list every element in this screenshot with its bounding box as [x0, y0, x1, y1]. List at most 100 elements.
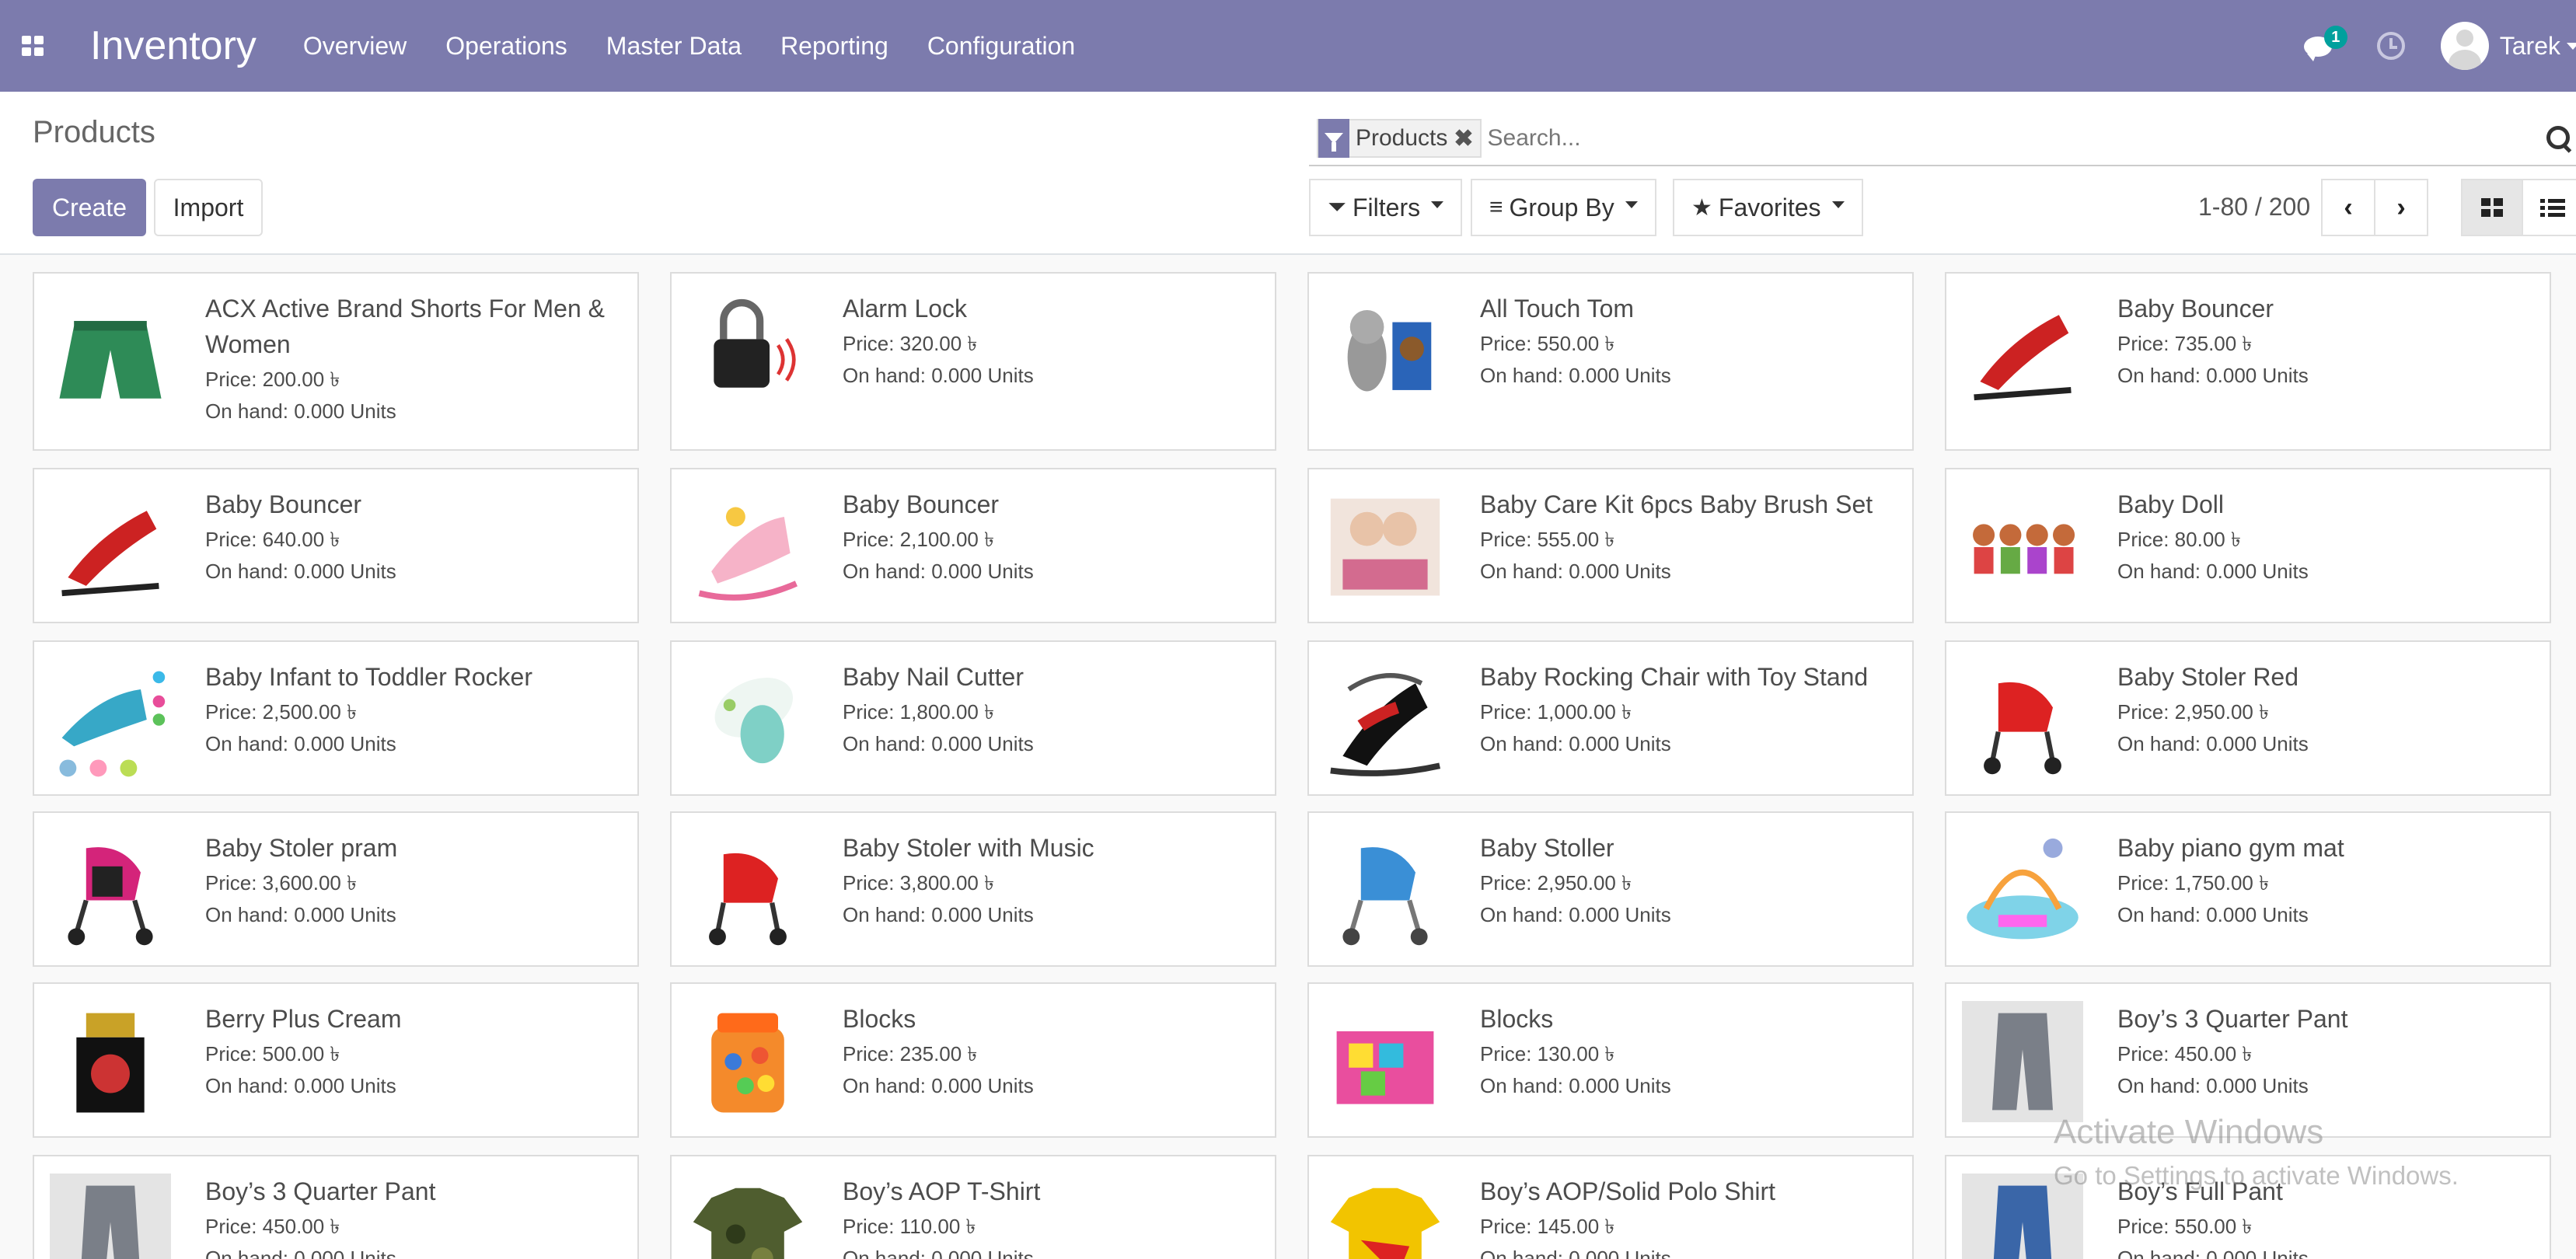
- product-image: [1325, 487, 1446, 608]
- product-on-hand: On hand: 0.000 Units: [205, 903, 396, 926]
- product-card[interactable]: Baby Stoller Price: 2,950.00 ৳ On hand: 0.…: [1307, 811, 1914, 967]
- product-name: Blocks: [843, 1005, 916, 1033]
- top-navbar: Inventory Overview Operations Master Dat…: [0, 0, 2576, 92]
- product-price: Price: 1,000.00 ৳: [1480, 700, 1632, 724]
- product-on-hand: On hand: 0.000 Units: [205, 399, 396, 423]
- product-card[interactable]: Baby Rocking Chair with Toy Stand Price: …: [1307, 640, 1914, 796]
- search-input[interactable]: [1487, 125, 2421, 152]
- product-name: Baby Infant to Toddler Rocker: [205, 663, 532, 691]
- product-name: Baby Bouncer: [843, 490, 1000, 518]
- product-image: [1325, 1174, 1446, 1259]
- product-price: Price: 3,600.00 ৳: [205, 871, 358, 895]
- app-frame: Inventory Overview Operations Master Dat…: [0, 0, 2576, 1259]
- menu-operations[interactable]: Operations: [445, 32, 567, 61]
- product-price: Price: 2,500.00 ৳: [205, 700, 358, 724]
- pager-next-button[interactable]: ›: [2374, 179, 2428, 236]
- product-card[interactable]: Berry Plus Cream Price: 500.00 ৳ On hand: …: [33, 982, 639, 1138]
- product-on-hand: On hand: 0.000 Units: [1480, 903, 1671, 926]
- product-price: Price: 500.00 ৳: [205, 1042, 340, 1065]
- facet-label: Products: [1356, 125, 1448, 151]
- menu-master-data[interactable]: Master Data: [606, 32, 742, 61]
- product-price: Price: 2,950.00 ৳: [1480, 871, 1632, 895]
- product-name: Baby Bouncer: [205, 490, 362, 518]
- product-card[interactable]: Alarm Lock Price: 320.00 ৳ On hand: 0.000 …: [670, 272, 1276, 451]
- product-image: [1962, 659, 2083, 780]
- product-on-hand: On hand: 0.000 Units: [2117, 903, 2309, 926]
- product-card[interactable]: Baby piano gym mat Price: 1,750.00 ৳ On ha…: [1945, 811, 2551, 967]
- product-on-hand: On hand: 0.000 Units: [843, 1074, 1034, 1097]
- user-name[interactable]: Tarek: [2500, 32, 2560, 61]
- product-card[interactable]: ACX Active Brand Shorts For Men & Women P…: [33, 272, 639, 451]
- chevron-down-icon: [1831, 201, 1845, 208]
- product-price: Price: 450.00 ৳: [205, 1215, 340, 1238]
- menu-configuration[interactable]: Configuration: [927, 32, 1075, 61]
- product-on-hand: On hand: 0.000 Units: [843, 903, 1034, 926]
- chevron-right-icon: ›: [2396, 192, 2406, 222]
- chat-icon[interactable]: 1: [2303, 26, 2347, 61]
- product-card[interactable]: Baby Bouncer Price: 2,100.00 ৳ On hand: 0.…: [670, 468, 1276, 623]
- favorites-label: Favorites: [1718, 193, 1821, 221]
- kanban-view-button[interactable]: [2461, 179, 2523, 236]
- groupby-dropdown[interactable]: ≡ Group By: [1471, 179, 1656, 236]
- product-image: [687, 1001, 808, 1122]
- filters-label: Filters: [1353, 193, 1421, 221]
- product-card[interactable]: Baby Stoler Red Price: 2,950.00 ৳ On hand:…: [1945, 640, 2551, 796]
- user-chevron-down-icon[interactable]: [2567, 42, 2576, 50]
- product-name: Baby piano gym mat: [2117, 834, 2344, 862]
- apps-menu-icon[interactable]: [22, 36, 47, 56]
- product-name: Baby Doll: [2117, 490, 2224, 518]
- product-image: [50, 487, 171, 608]
- product-name: Baby Stoler Red: [2117, 663, 2299, 691]
- menu-overview[interactable]: Overview: [303, 32, 407, 61]
- product-name: Boy’s 3 Quarter Pant: [205, 1177, 436, 1205]
- product-card[interactable]: Baby Stoler pram Price: 3,600.00 ৳ On hand…: [33, 811, 639, 967]
- filters-dropdown[interactable]: ⏷ Filters: [1309, 179, 1463, 236]
- product-image: [1962, 830, 2083, 951]
- product-name: Berry Plus Cream: [205, 1005, 402, 1033]
- product-card[interactable]: Boy’s 3 Quarter Pant Price: 450.00 ৳ On ha…: [33, 1155, 639, 1259]
- user-avatar[interactable]: [2440, 22, 2489, 70]
- favorites-dropdown[interactable]: ★ Favorites: [1673, 179, 1863, 236]
- product-card[interactable]: Baby Stoler with Music Price: 3,800.00 ৳ O…: [670, 811, 1276, 967]
- product-card[interactable]: All Touch Tom Price: 550.00 ৳ On hand: 0.0…: [1307, 272, 1914, 451]
- product-on-hand: On hand: 0.000 Units: [843, 732, 1034, 755]
- product-card[interactable]: Baby Bouncer Price: 735.00 ৳ On hand: 0.00…: [1945, 272, 2551, 451]
- product-card[interactable]: Boy’s AOP/Solid Polo Shirt Price: 145.00 …: [1307, 1155, 1914, 1259]
- product-card[interactable]: Baby Bouncer Price: 640.00 ৳ On hand: 0.00…: [33, 468, 639, 623]
- activity-clock-icon[interactable]: [2376, 32, 2405, 60]
- product-price: Price: 640.00 ৳: [205, 528, 340, 551]
- filter-funnel-icon: [1318, 119, 1349, 158]
- product-name: Alarm Lock: [843, 295, 968, 323]
- import-button[interactable]: Import: [154, 179, 263, 236]
- product-name: Baby Care Kit 6pcs Baby Brush Set: [1480, 490, 1873, 518]
- pager-value[interactable]: 1-80 / 200: [2198, 193, 2310, 221]
- product-price: Price: 550.00 ৳: [2117, 1215, 2253, 1238]
- pager-previous-button[interactable]: ‹: [2321, 179, 2375, 236]
- chat-badge: 1: [2323, 26, 2347, 49]
- product-card[interactable]: Baby Doll Price: 80.00 ৳ On hand: 0.000 Un…: [1945, 468, 2551, 623]
- product-on-hand: On hand: 0.000 Units: [205, 1074, 396, 1097]
- list-icon: [2540, 198, 2565, 217]
- facet-remove-icon[interactable]: ✖: [1454, 125, 1473, 152]
- product-card[interactable]: Blocks Price: 130.00 ৳ On hand: 0.000 Unit…: [1307, 982, 1914, 1138]
- search-icon[interactable]: [2546, 126, 2571, 151]
- product-on-hand: On hand: 0.000 Units: [2117, 364, 2309, 387]
- product-card[interactable]: Blocks Price: 235.00 ৳ On hand: 0.000 Unit…: [670, 982, 1276, 1138]
- menu-reporting[interactable]: Reporting: [780, 32, 888, 61]
- product-price: Price: 145.00 ৳: [1480, 1215, 1615, 1238]
- product-image: [1962, 1001, 2083, 1122]
- product-image: [50, 830, 171, 951]
- create-button[interactable]: Create: [33, 179, 146, 236]
- product-on-hand: On hand: 0.000 Units: [2117, 1247, 2309, 1259]
- product-card[interactable]: Baby Care Kit 6pcs Baby Brush Set Price: …: [1307, 468, 1914, 623]
- product-card[interactable]: Boy’s AOP T-Shirt Price: 110.00 ৳ On hand:…: [670, 1155, 1276, 1259]
- product-card[interactable]: Baby Nail Cutter Price: 1,800.00 ৳ On hand…: [670, 640, 1276, 796]
- product-on-hand: On hand: 0.000 Units: [1480, 364, 1671, 387]
- app-brand[interactable]: Inventory: [90, 23, 257, 69]
- product-on-hand: On hand: 0.000 Units: [2117, 732, 2309, 755]
- product-card[interactable]: Baby Infant to Toddler Rocker Price: 2,50…: [33, 640, 639, 796]
- product-price: Price: 1,800.00 ৳: [843, 700, 995, 724]
- product-on-hand: On hand: 0.000 Units: [1480, 732, 1671, 755]
- product-on-hand: On hand: 0.000 Units: [843, 560, 1034, 583]
- list-view-button[interactable]: [2522, 179, 2576, 236]
